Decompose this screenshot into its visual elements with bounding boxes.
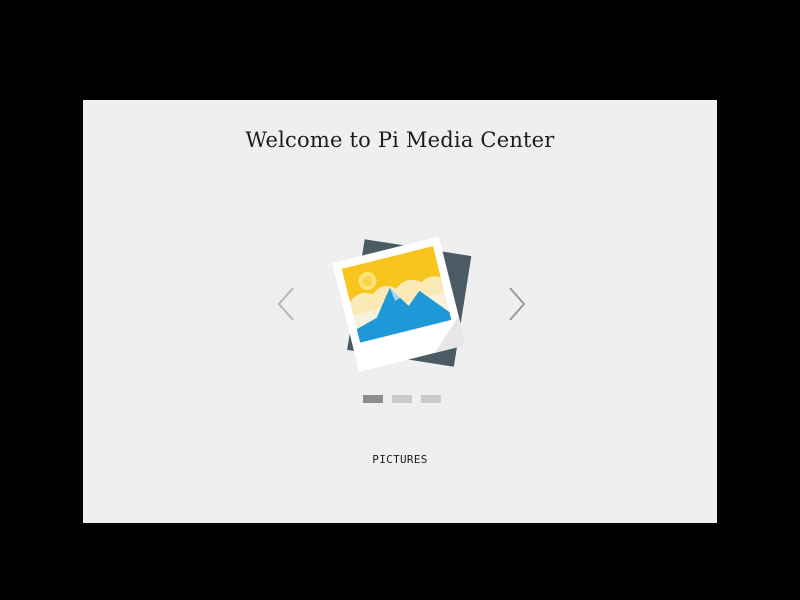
carousel-item-label: PICTURES — [372, 453, 428, 466]
next-button[interactable] — [506, 286, 528, 322]
media-center-screen: Welcome to Pi Media Center PICTURES — [83, 100, 717, 523]
page-title: Welcome to Pi Media Center — [245, 128, 555, 152]
chevron-left-icon — [277, 287, 294, 321]
pagination-dot-1[interactable] — [363, 395, 383, 403]
pagination-dot-3[interactable] — [421, 395, 441, 403]
carousel-item-pictures[interactable] — [329, 234, 477, 374]
previous-button[interactable] — [275, 286, 297, 322]
chevron-right-icon — [509, 287, 526, 321]
carousel-pagination — [363, 395, 443, 403]
pictures-icon — [332, 236, 472, 372]
pagination-dot-2[interactable] — [392, 395, 412, 403]
